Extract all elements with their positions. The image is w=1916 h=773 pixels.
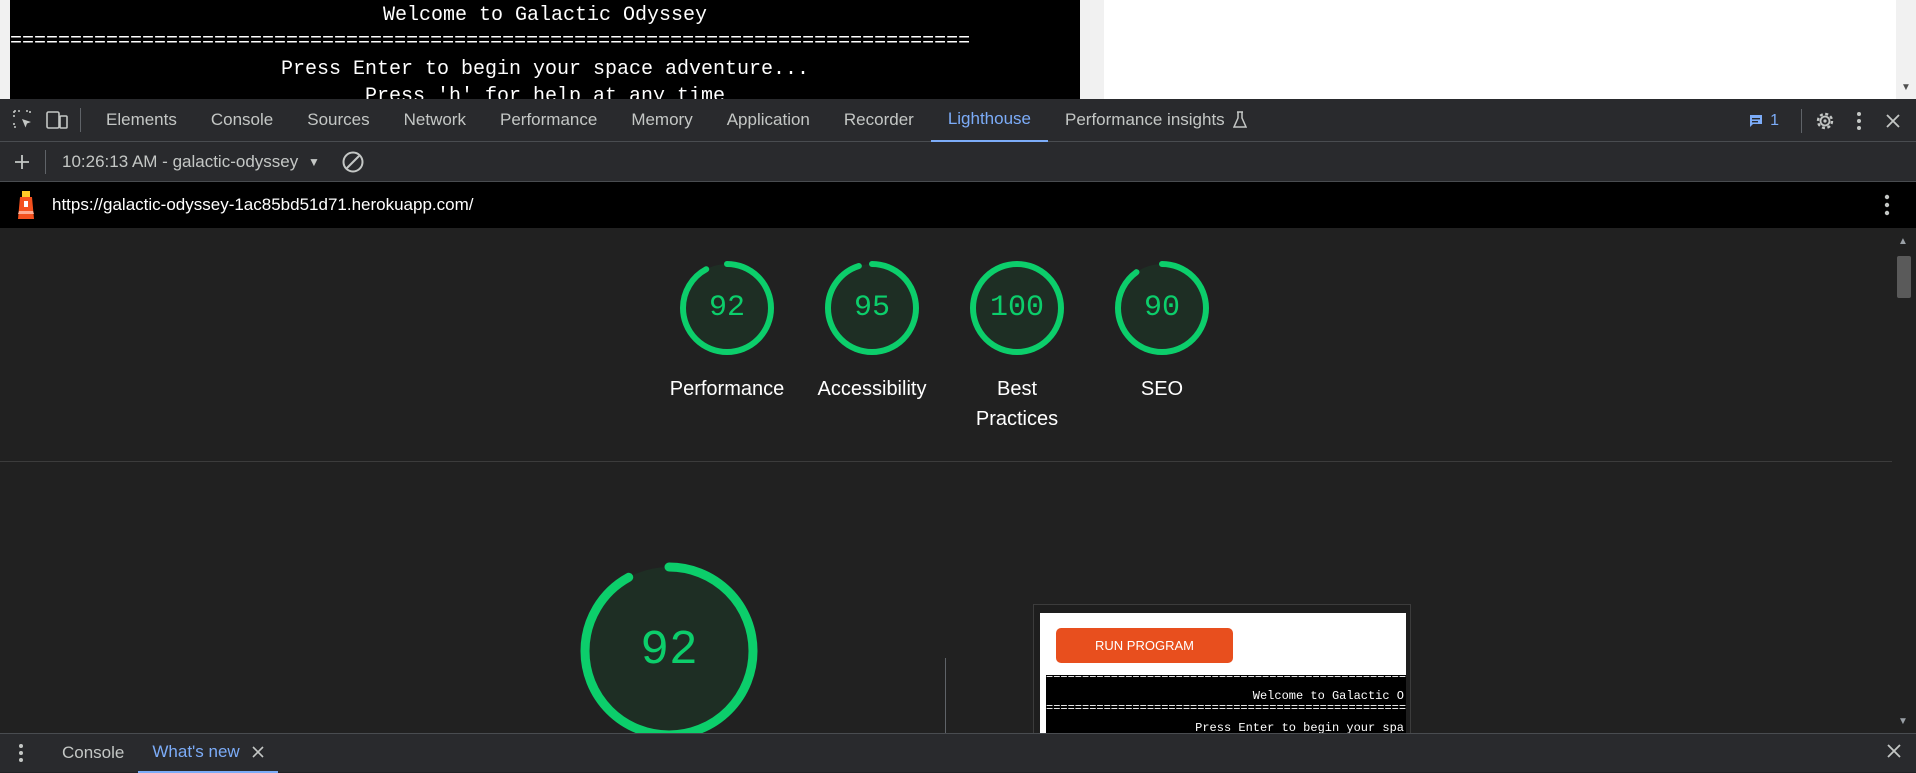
- gauge-accessibility-label: Accessibility: [817, 378, 927, 400]
- issues-message-icon: [1750, 114, 1763, 127]
- gauge-performance-score: 92: [708, 291, 745, 325]
- dropdown-caret-icon: ▼: [308, 154, 320, 169]
- devtools-tab-bar: Elements Console Sources Network Perform…: [0, 99, 1916, 142]
- terminal-separator: ========================================…: [10, 30, 971, 53]
- inspect-element-icon[interactable]: [8, 105, 38, 135]
- toolbar-divider: [1801, 108, 1802, 133]
- report-url-bar: https://galactic-odyssey-1ac85bd51d71.he…: [0, 182, 1916, 228]
- lighthouse-report: 92 Performance 95 Accessibility 100 Best…: [0, 228, 1892, 733]
- close-drawer-icon[interactable]: [1886, 743, 1902, 764]
- new-report-plus-icon[interactable]: [7, 147, 37, 177]
- terminal-output[interactable]: Welcome to Galactic Odyssey ============…: [10, 0, 1080, 99]
- report-menu-icon[interactable]: [1884, 194, 1890, 221]
- page-scrollbar[interactable]: ▼: [1896, 0, 1916, 99]
- scrollbar-thumb[interactable]: [1897, 256, 1911, 298]
- performance-category-score: 92: [640, 624, 698, 678]
- experiment-flask-icon: [1232, 111, 1247, 128]
- tab-performance-insights-label: Performance insights: [1065, 110, 1225, 129]
- tab-console[interactable]: Console: [194, 99, 290, 142]
- gauge-best-practices[interactable]: 100 Best Practices: [947, 258, 1087, 434]
- section-divider: [0, 461, 1892, 462]
- tab-performance-insights[interactable]: Performance insights: [1048, 99, 1264, 142]
- tab-elements[interactable]: Elements: [89, 99, 194, 142]
- report-selector-label: 10:26:13 AM - galactic-odyssey: [62, 151, 299, 171]
- lighthouse-logo-icon: [18, 191, 34, 219]
- gauge-best-practices-label: Best Practices: [975, 378, 1059, 430]
- tab-lighthouse[interactable]: Lighthouse: [930, 99, 1048, 142]
- toolbar-divider: [45, 149, 46, 174]
- more-options-icon[interactable]: [1844, 106, 1874, 136]
- scroll-down-arrow-icon[interactable]: ▼: [1901, 82, 1911, 93]
- gauge-seo-score: 90: [1143, 291, 1180, 325]
- close-devtools-icon[interactable]: [1878, 106, 1908, 136]
- devtools-right-controls: 1: [1748, 99, 1916, 142]
- performance-category-gauge: 92: [576, 558, 762, 733]
- issues-counter[interactable]: 1: [1748, 112, 1779, 130]
- device-toolbar-icon[interactable]: [42, 105, 72, 135]
- lighthouse-toolbar: 10:26:13 AM - galactic-odyssey ▼: [0, 142, 1916, 182]
- clear-reports-icon[interactable]: [338, 147, 368, 177]
- close-tab-icon[interactable]: [252, 746, 264, 758]
- drawer-tab-console[interactable]: Console: [48, 734, 138, 773]
- screenshot-terminal: ========================================…: [1046, 675, 1406, 733]
- screenshot-separator: ========================================…: [1046, 675, 1406, 683]
- gauge-seo[interactable]: 90 SEO: [1092, 258, 1232, 404]
- issues-count: 1: [1770, 111, 1779, 129]
- report-scrollbar[interactable]: ▲ ▼: [1892, 228, 1916, 733]
- report-url[interactable]: https://galactic-odyssey-1ac85bd51d71.he…: [52, 195, 473, 215]
- gauge-accessibility[interactable]: 95 Accessibility: [802, 258, 942, 404]
- report-selector-dropdown[interactable]: 10:26:13 AM - galactic-odyssey ▼: [62, 152, 320, 172]
- screenshot-page: RUN PROGRAM ============================…: [1040, 613, 1406, 733]
- tab-recorder[interactable]: Recorder: [827, 99, 931, 142]
- gauge-performance[interactable]: 92 Performance: [657, 258, 797, 404]
- screenshot-start-line: Press Enter to begin your spa: [1195, 721, 1404, 733]
- terminal-start-line: Press Enter to begin your space adventur…: [280, 58, 810, 81]
- toolbar-divider: [80, 108, 81, 132]
- terminal-help-line: Press 'h' for help at any time: [364, 85, 726, 99]
- tab-application[interactable]: Application: [710, 99, 827, 142]
- scroll-down-arrow-icon[interactable]: ▼: [1898, 716, 1908, 727]
- tab-sources[interactable]: Sources: [290, 99, 386, 142]
- screenshot-separator: ========================================…: [1046, 701, 1406, 715]
- drawer-tab-whats-new-label: What's new: [152, 742, 240, 761]
- tab-performance[interactable]: Performance: [483, 99, 614, 142]
- gauge-accessibility-score: 95: [853, 291, 890, 325]
- settings-gear-icon[interactable]: [1810, 106, 1840, 136]
- run-program-button: RUN PROGRAM: [1056, 628, 1233, 663]
- page-viewport: Welcome to Galactic Odyssey ============…: [0, 0, 1916, 99]
- tab-memory[interactable]: Memory: [614, 99, 709, 142]
- devtools-drawer: Console What's new: [0, 733, 1916, 773]
- tab-network[interactable]: Network: [387, 99, 483, 142]
- gauge-performance-label: Performance: [669, 378, 785, 400]
- gauge-seo-label: SEO: [1140, 378, 1184, 400]
- drawer-tab-whats-new[interactable]: What's new: [138, 734, 278, 773]
- gauge-best-practices-score: 100: [989, 291, 1044, 325]
- scroll-up-arrow-icon[interactable]: ▲: [1898, 236, 1908, 247]
- terminal-welcome-line: Welcome to Galactic Odyssey: [382, 4, 708, 27]
- drawer-menu-icon[interactable]: [6, 738, 36, 768]
- final-screenshot-thumbnail[interactable]: RUN PROGRAM ============================…: [1033, 604, 1411, 733]
- metrics-divider: [945, 658, 946, 733]
- page-right-pane: [1104, 0, 1896, 99]
